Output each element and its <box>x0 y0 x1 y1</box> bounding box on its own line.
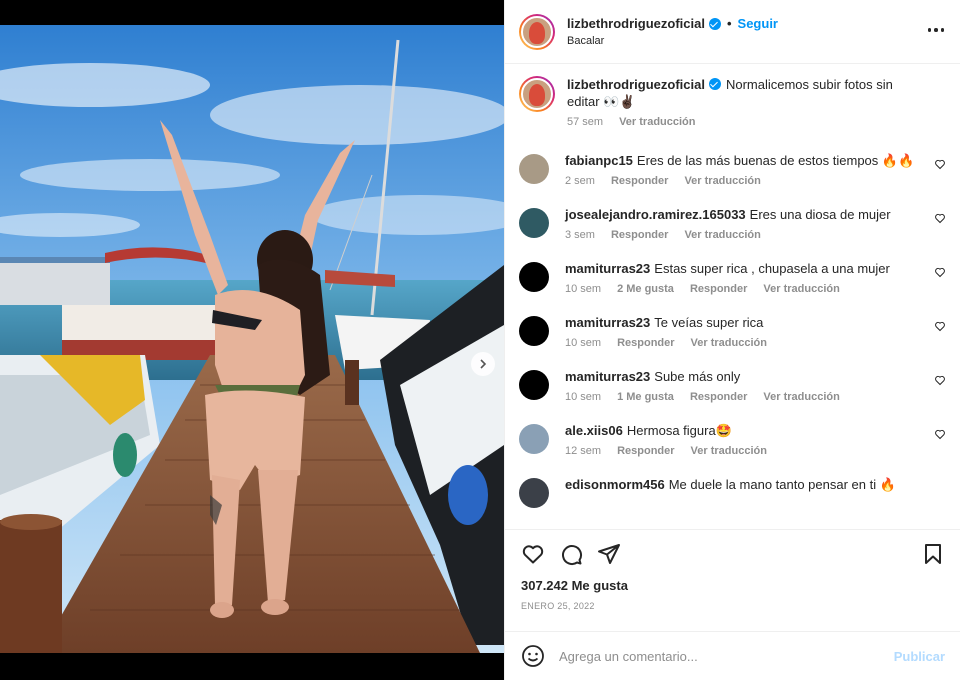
header-separator: • <box>726 16 732 31</box>
post-header: lizbethrodriguezoficial • Seguir Bacalar <box>505 0 960 64</box>
comment-item: ale.xiis06 Hermosa figura🤩 12 sem Respond… <box>519 422 946 457</box>
author-username[interactable]: lizbethrodriguezoficial <box>567 16 705 31</box>
translate-link[interactable]: Ver traducción <box>691 445 767 457</box>
verified-badge-icon <box>708 17 721 30</box>
emoji-icon[interactable] <box>521 644 545 668</box>
comment-item: mamiturras23 Te veías super rica 10 sem R… <box>519 314 946 349</box>
comment-item: josealejandro.ramirez.165033 Eres una dio… <box>519 206 946 241</box>
translate-link[interactable]: Ver traducción <box>684 175 760 187</box>
post-side-panel: lizbethrodriguezoficial • Seguir Bacalar… <box>504 0 960 680</box>
comment-item: mamiturras23 Estas super rica , chupasela… <box>519 260 946 295</box>
comment-text: Sube más only <box>654 369 741 384</box>
comment-text: Me duele la mano tanto pensar en ti 🔥 <box>668 477 896 492</box>
comment-text: Eres de las más buenas de estos tiempos … <box>636 153 915 168</box>
comment-input[interactable] <box>559 648 894 664</box>
translate-link[interactable]: Ver traducción <box>619 116 695 128</box>
comment-composer: Publicar <box>505 631 960 680</box>
like-comment-heart-icon[interactable] <box>934 320 946 332</box>
post-date[interactable]: ENERO 25, 2022 <box>521 601 945 611</box>
comment-time[interactable]: 10 sem <box>565 337 601 349</box>
comment-bubble-icon[interactable] <box>559 542 583 566</box>
comment-time[interactable]: 3 sem <box>565 229 595 241</box>
comment-time[interactable]: 10 sem <box>565 283 601 295</box>
comment-username[interactable]: ale.xiis06 <box>565 423 623 438</box>
caption-time[interactable]: 57 sem <box>567 116 603 128</box>
comment-username[interactable]: mamiturras23 <box>565 315 650 330</box>
author-avatar[interactable] <box>519 13 555 50</box>
like-comment-heart-icon[interactable] <box>934 266 946 278</box>
caption-username[interactable]: lizbethrodriguezoficial <box>567 77 705 92</box>
commenter-avatar[interactable] <box>519 316 549 346</box>
comment-time[interactable]: 12 sem <box>565 445 601 457</box>
comment-text: Te veías super rica <box>654 315 764 330</box>
like-heart-icon[interactable] <box>521 542 545 566</box>
reply-link[interactable]: Responder <box>617 445 674 457</box>
instagram-post-modal: lizbethrodriguezoficial • Seguir Bacalar… <box>0 0 960 680</box>
caption-avatar[interactable] <box>519 76 555 112</box>
likes-count[interactable]: 307.242 Me gusta <box>521 578 945 593</box>
comment-likes[interactable]: 1 Me gusta <box>617 391 674 403</box>
post-actions: 307.242 Me gusta ENERO 25, 2022 <box>505 529 960 611</box>
comment-username[interactable]: mamiturras23 <box>565 369 650 384</box>
next-image-button[interactable] <box>471 352 495 376</box>
chevron-right-icon <box>480 359 487 369</box>
comment-item: fabianpc15 Eres de las más buenas de esto… <box>519 152 946 187</box>
comment-text: Hermosa figura🤩 <box>626 423 732 438</box>
reply-link[interactable]: Responder <box>611 175 668 187</box>
post-media <box>0 0 504 680</box>
commenter-avatar[interactable] <box>519 370 549 400</box>
post-photo[interactable] <box>0 25 504 653</box>
comments-list[interactable]: lizbethrodriguezoficial Normalicemos subi… <box>505 64 960 529</box>
reply-link[interactable]: Responder <box>690 283 747 295</box>
commenter-avatar[interactable] <box>519 478 549 508</box>
comment-username[interactable]: fabianpc15 <box>565 153 633 168</box>
share-send-icon[interactable] <box>597 542 621 566</box>
commenter-avatar[interactable] <box>519 208 549 238</box>
comment-time[interactable]: 10 sem <box>565 391 601 403</box>
translate-link[interactable]: Ver traducción <box>763 283 839 295</box>
verified-badge-icon <box>708 78 721 90</box>
comment-likes[interactable]: 2 Me gusta <box>617 283 674 295</box>
comment-item: edisonmorm456 Me duele la mano tanto pens… <box>519 476 946 508</box>
reply-link[interactable]: Responder <box>690 391 747 403</box>
commenter-avatar[interactable] <box>519 154 549 184</box>
like-comment-heart-icon[interactable] <box>934 428 946 440</box>
comment-text: Estas super rica , chupasela a una mujer <box>654 261 890 276</box>
reply-link[interactable]: Responder <box>611 229 668 241</box>
post-location[interactable]: Bacalar <box>567 35 778 47</box>
comment-text: Eres una diosa de mujer <box>749 207 891 222</box>
comment-item: mamiturras23 Sube más only 10 sem 1 Me gu… <box>519 368 946 403</box>
commenter-avatar[interactable] <box>519 262 549 292</box>
translate-link[interactable]: Ver traducción <box>691 337 767 349</box>
translate-link[interactable]: Ver traducción <box>684 229 760 241</box>
follow-button[interactable]: Seguir <box>738 16 778 31</box>
save-bookmark-icon[interactable] <box>921 542 945 566</box>
publish-button[interactable]: Publicar <box>894 649 945 664</box>
comment-username[interactable]: josealejandro.ramirez.165033 <box>565 207 746 222</box>
more-options-icon[interactable] <box>927 28 944 32</box>
commenter-avatar[interactable] <box>519 424 549 454</box>
comment-username[interactable]: mamiturras23 <box>565 261 650 276</box>
post-image <box>0 25 504 653</box>
like-comment-heart-icon[interactable] <box>934 158 946 170</box>
reply-link[interactable]: Responder <box>617 337 674 349</box>
translate-link[interactable]: Ver traducción <box>763 391 839 403</box>
comment-time[interactable]: 2 sem <box>565 175 595 187</box>
comment-username[interactable]: edisonmorm456 <box>565 477 665 492</box>
like-comment-heart-icon[interactable] <box>934 374 946 386</box>
like-comment-heart-icon[interactable] <box>934 212 946 224</box>
post-caption: lizbethrodriguezoficial Normalicemos subi… <box>519 76 946 128</box>
